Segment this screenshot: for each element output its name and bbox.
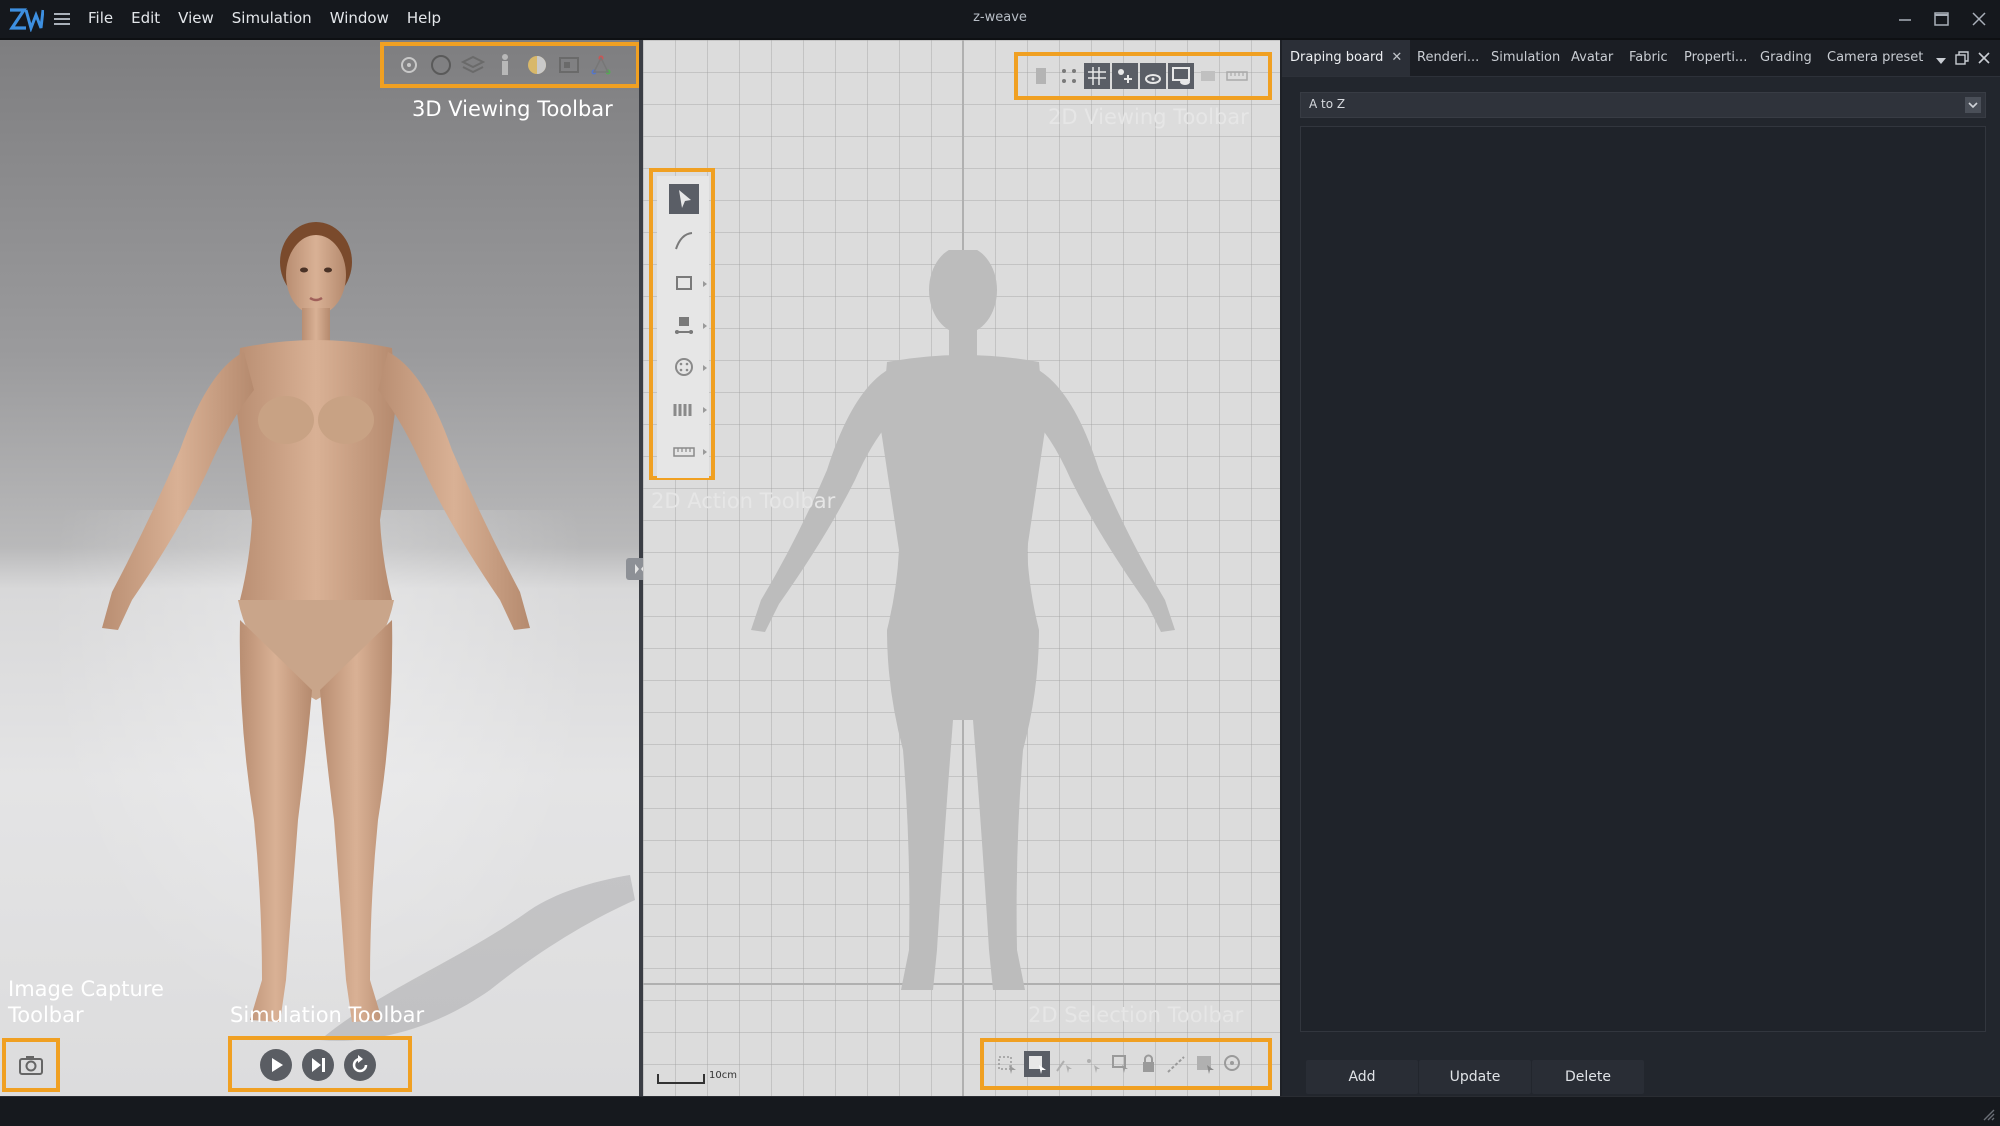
show-texture-icon[interactable] <box>1168 63 1194 89</box>
menu-bar: File Edit View Simulation Window Help <box>88 0 459 36</box>
toolbar-simulation <box>228 1036 412 1092</box>
play-icon[interactable] <box>260 1049 292 1081</box>
maximize-icon[interactable] <box>1928 6 1954 32</box>
tab-properties[interactable]: Properti... <box>1684 40 1747 76</box>
edit-curve-icon[interactable] <box>1052 1051 1078 1077</box>
select-arrow-icon[interactable] <box>669 184 699 214</box>
title-bar: File Edit View Simulation Window Help z-… <box>0 0 2000 40</box>
chevron-down-icon[interactable] <box>1965 97 1981 113</box>
tab-fabric[interactable]: Fabric <box>1629 40 1668 76</box>
label-2d-action-toolbar: 2D Action Toolbar <box>651 489 836 513</box>
camera-icon[interactable] <box>18 1052 44 1078</box>
ruler-icon[interactable] <box>1224 63 1250 89</box>
show-points-icon[interactable] <box>1112 63 1138 89</box>
transform-pattern-icon[interactable] <box>1108 1051 1134 1077</box>
select-pattern-icon[interactable] <box>994 1051 1020 1077</box>
tab-grading[interactable]: Grading <box>1760 40 1812 76</box>
close-panel-icon[interactable] <box>1976 50 1992 66</box>
avatar-figure-icon[interactable] <box>492 52 518 78</box>
edit-button-icon[interactable] <box>1220 1051 1246 1077</box>
edit-texture-icon[interactable] <box>1192 1051 1218 1077</box>
tab-close-icon[interactable]: ✕ <box>1391 50 1402 65</box>
scale-bar <box>657 1074 705 1084</box>
measure-points-icon[interactable] <box>588 52 614 78</box>
tab-label: Draping board <box>1290 50 1384 65</box>
label-3d-viewing-toolbar: 3D Viewing Toolbar <box>412 97 613 121</box>
show-symbols-icon[interactable] <box>1196 63 1222 89</box>
toolbar-2d-action <box>649 168 715 480</box>
grid-dots-icon[interactable] <box>1056 63 1082 89</box>
tab-draping-board[interactable]: Draping board ✕ <box>1282 40 1411 76</box>
toolbar-image-capture <box>2 1038 60 1092</box>
edit-sewing-icon[interactable] <box>1164 1051 1190 1077</box>
panel-tab-bar: Draping board ✕ Renderi... Simulation Ava… <box>1282 40 2000 77</box>
curve-tool-icon[interactable] <box>671 228 697 254</box>
toolbar-2d-selection <box>980 1038 1272 1090</box>
menu-help[interactable]: Help <box>407 9 441 27</box>
viewport-3d[interactable]: 3D Viewing Toolbar Image Capture Toolbar… <box>0 40 639 1096</box>
toolbar-3d-viewing <box>380 42 639 88</box>
update-button[interactable]: Update <box>1419 1060 1531 1094</box>
show-seamline-icon[interactable] <box>1140 63 1166 89</box>
image-view-icon[interactable] <box>556 52 582 78</box>
sort-dropdown[interactable]: A to Z <box>1300 92 1986 118</box>
submenu-arrow[interactable] <box>703 281 707 287</box>
measure-tool-icon[interactable] <box>671 438 697 464</box>
delete-button[interactable]: Delete <box>1532 1060 1644 1094</box>
menu-file[interactable]: File <box>88 9 113 27</box>
add-button[interactable]: Add <box>1306 1060 1418 1094</box>
avatar-3d[interactable] <box>40 220 600 1040</box>
reset-icon[interactable] <box>344 1049 376 1081</box>
step-forward-icon[interactable] <box>302 1049 334 1081</box>
label-image-capture-line1: Image Capture <box>8 977 164 1001</box>
fabric-layers-icon[interactable] <box>460 52 486 78</box>
label-2d-selection-toolbar: 2D Selection Toolbar <box>1028 1003 1244 1027</box>
button-tool-icon[interactable] <box>671 354 697 380</box>
fold-tool-icon[interactable] <box>671 396 697 422</box>
float-panel-icon[interactable] <box>1954 50 1970 66</box>
submenu-arrow[interactable] <box>703 323 707 329</box>
toolbar-2d-viewing <box>1014 52 1272 100</box>
submenu-arrow[interactable] <box>703 365 707 371</box>
hamburger-menu-icon[interactable] <box>54 11 70 27</box>
avatar-silhouette-2d <box>751 250 1175 990</box>
tab-avatar[interactable]: Avatar <box>1571 40 1613 76</box>
menu-window[interactable]: Window <box>330 9 389 27</box>
menu-edit[interactable]: Edit <box>131 9 160 27</box>
status-bar <box>0 1096 2000 1126</box>
menu-simulation[interactable]: Simulation <box>232 9 312 27</box>
close-icon[interactable] <box>1966 6 1992 32</box>
select-mesh-icon[interactable] <box>1024 1051 1050 1077</box>
lock-pattern-icon[interactable] <box>1136 1051 1162 1077</box>
avatar-view-icon[interactable] <box>396 52 422 78</box>
sort-dropdown-value: A to Z <box>1309 97 1346 111</box>
minimize-icon[interactable] <box>1892 6 1918 32</box>
tab-camera-preset[interactable]: Camera preset <box>1827 40 1923 76</box>
menu-view[interactable]: View <box>178 9 214 27</box>
label-image-capture-line2: Toolbar <box>8 1003 84 1027</box>
pattern-view-icon[interactable] <box>1028 63 1054 89</box>
scale-label: 10cm <box>709 1070 737 1081</box>
rectangle-tool-icon[interactable] <box>671 270 697 296</box>
zw-logo-icon[interactable] <box>8 6 45 33</box>
submenu-arrow[interactable] <box>703 449 707 455</box>
tab-overflow-chevron-down-icon[interactable] <box>1934 52 1948 64</box>
tab-simulation[interactable]: Simulation <box>1491 40 1560 76</box>
viewport-2d[interactable]: 10cm 2D Viewing Toolbar 2D Action Toolba… <box>643 40 1280 1096</box>
texture-icon[interactable] <box>524 52 550 78</box>
sphere-icon[interactable] <box>428 52 454 78</box>
label-simulation-toolbar: Simulation Toolbar <box>230 1003 425 1027</box>
resize-grip-icon[interactable] <box>1978 1104 1996 1122</box>
sewing-tool-icon[interactable] <box>671 312 697 338</box>
draping-board-list[interactable] <box>1300 126 1986 1032</box>
label-2d-viewing-toolbar: 2D Viewing Toolbar <box>1048 105 1249 129</box>
edit-point-icon[interactable] <box>1080 1051 1106 1077</box>
submenu-arrow[interactable] <box>703 407 707 413</box>
show-grid-icon[interactable] <box>1084 63 1110 89</box>
tab-rendering[interactable]: Renderi... <box>1417 40 1479 76</box>
right-panel: Draping board ✕ Renderi... Simulation Ava… <box>1282 40 2000 1096</box>
